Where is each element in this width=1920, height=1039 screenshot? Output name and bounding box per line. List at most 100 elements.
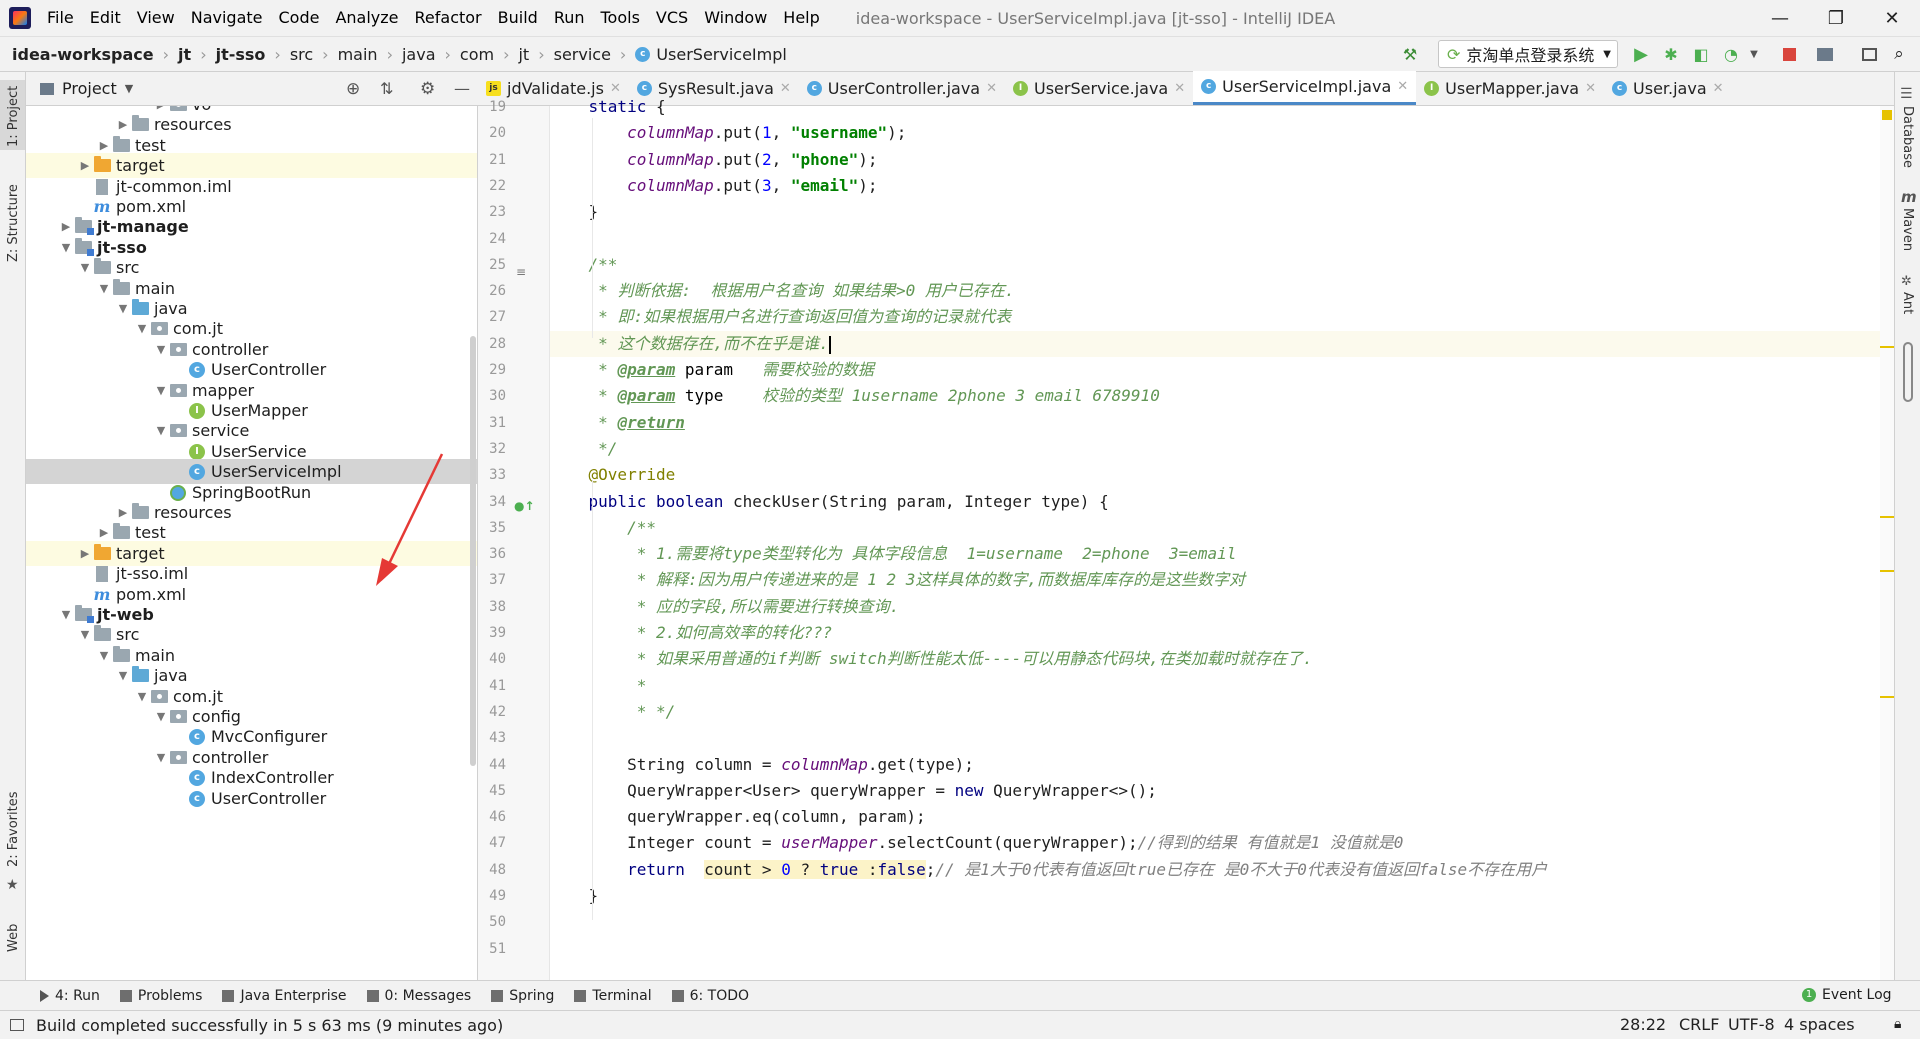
code-line[interactable]: * */ [550, 699, 1880, 725]
breadcrumb-item[interactable]: jt [178, 45, 191, 64]
menu-item[interactable]: View [129, 0, 183, 36]
marker-stripe[interactable] [1880, 696, 1894, 698]
breadcrumb-item[interactable]: src [290, 45, 313, 64]
code-line[interactable]: } [550, 883, 1880, 909]
code-line[interactable]: /** [550, 252, 1880, 278]
menu-item[interactable]: Help [775, 0, 827, 36]
code-line[interactable]: * @param param 需要校验的数据 [550, 357, 1880, 383]
code-line[interactable]: columnMap.put(3, "email"); [550, 173, 1880, 199]
project-scrollbar[interactable] [470, 336, 476, 766]
expanded-arrow-icon[interactable]: ▼ [134, 322, 150, 335]
code-line[interactable] [550, 226, 1880, 252]
code-line[interactable]: * 2.如何高效率的转化??? [550, 620, 1880, 646]
file-encoding[interactable]: UTF-8 [1728, 1010, 1775, 1039]
web-tool-label[interactable]: Web [6, 924, 21, 952]
inspection-icon[interactable]: 🔒︎ [1894, 1010, 1901, 1039]
expanded-arrow-icon[interactable]: ▼ [153, 751, 169, 764]
collapsed-arrow-icon[interactable]: ▶ [115, 118, 131, 131]
ant-tool-label[interactable]: Ant [1900, 292, 1915, 314]
bottom-tool-button[interactable]: 4: Run [0, 988, 110, 1004]
collapse-all-icon[interactable]: ⇅ [380, 79, 393, 98]
favorites-tool-label[interactable]: 2: Favorites [6, 791, 21, 867]
project-tool-label[interactable]: 1: Project [6, 86, 21, 147]
expanded-arrow-icon[interactable]: ▼ [96, 649, 112, 662]
menu-item[interactable]: Tools [593, 0, 648, 36]
bottom-tool-button[interactable]: 6: TODO [662, 988, 759, 1004]
code-line[interactable]: return count > 0 ? true :false;// 是1大于0代… [550, 857, 1880, 883]
gear-icon[interactable]: ⚙ [420, 79, 435, 99]
close-tab-icon[interactable]: ✕ [1397, 79, 1408, 94]
expanded-arrow-icon[interactable]: ▼ [115, 302, 131, 315]
bottom-tool-button[interactable]: Java Enterprise [212, 988, 356, 1004]
code-line[interactable]: * 应的字段,所以需要进行转换查询. [550, 594, 1880, 620]
editor-scroll-strip[interactable] [1880, 106, 1894, 980]
expanded-arrow-icon[interactable]: ▼ [115, 669, 131, 682]
scrollbar-thumb[interactable] [1903, 342, 1913, 402]
status-toggle-icon[interactable] [10, 1019, 24, 1031]
code-line[interactable] [550, 909, 1880, 935]
bottom-tool-button[interactable]: Problems [110, 988, 213, 1004]
code-line[interactable]: * [550, 673, 1880, 699]
bottom-tool-button[interactable]: 0: Messages [357, 988, 482, 1004]
breadcrumb-item[interactable]: idea-workspace [12, 45, 154, 64]
line-separator[interactable]: CRLF [1679, 1010, 1719, 1039]
profile-icon[interactable]: ◔ [1718, 40, 1744, 68]
project-panel-title[interactable]: Project [62, 79, 117, 98]
collapsed-arrow-icon[interactable]: ▶ [77, 159, 93, 172]
code-line[interactable]: * 即:如果根据用户名进行查询返回值为查询的记录就代表 [550, 304, 1880, 330]
menu-item[interactable]: File [39, 0, 82, 36]
expanded-arrow-icon[interactable]: ▼ [153, 343, 169, 356]
debug-icon[interactable]: ✱ [1658, 40, 1684, 68]
menu-item[interactable]: Edit [82, 0, 129, 36]
marker-stripe[interactable] [1880, 346, 1894, 348]
expanded-arrow-icon[interactable]: ▼ [77, 628, 93, 641]
expanded-arrow-icon[interactable]: ▼ [58, 608, 74, 621]
collapsed-arrow-icon[interactable]: ▶ [77, 547, 93, 560]
menu-item[interactable]: Analyze [327, 0, 406, 36]
project-structure-icon[interactable] [1812, 40, 1838, 68]
stop-icon[interactable] [1776, 40, 1802, 68]
minimize-icon[interactable]: — [1752, 0, 1808, 36]
code-line[interactable]: * @return [550, 410, 1880, 436]
menu-item[interactable]: Refactor [407, 0, 490, 36]
profile-chevron-icon[interactable]: ▼ [1746, 40, 1762, 68]
structure-tool-label[interactable]: Z: Structure [6, 184, 21, 262]
tree-node[interactable]: c UserController [26, 786, 477, 811]
breadcrumb-item[interactable]: com [460, 45, 494, 64]
code-line[interactable]: * 解释:因为用户传递进来的是 1 2 3这样具体的数字,而数据库库存的是这些数… [550, 567, 1880, 593]
coverage-icon[interactable]: ◧ [1688, 40, 1714, 68]
code-line[interactable] [550, 936, 1880, 962]
expanded-arrow-icon[interactable]: ▼ [58, 241, 74, 254]
menu-item[interactable]: VCS [648, 0, 696, 36]
implements-method-icon[interactable]: ●↑ [514, 499, 535, 513]
bottom-tool-button[interactable]: Terminal [564, 988, 661, 1004]
marker-stripe[interactable] [1880, 516, 1894, 518]
collapsed-arrow-icon[interactable]: ▶ [115, 506, 131, 519]
hide-panel-icon[interactable]: — [454, 79, 470, 98]
code-line[interactable]: * @param type 校验的类型 1username 2phone 3 e… [550, 383, 1880, 409]
breadcrumb-item[interactable]: jt-sso [216, 45, 266, 64]
build-hammer-icon[interactable]: ⚒ [1398, 40, 1422, 68]
breadcrumb-item[interactable]: java [402, 45, 436, 64]
caret-position[interactable]: 28:22 [1620, 1010, 1666, 1039]
code-line[interactable]: * 这个数据存在,而不在乎是谁. [550, 331, 1880, 357]
run-icon[interactable]: ▶ [1628, 40, 1654, 68]
search-icon[interactable]: ⌕ [1886, 40, 1912, 68]
code-line[interactable]: @Override [550, 462, 1880, 488]
collapsed-arrow-icon[interactable]: ▶ [153, 106, 169, 111]
expanded-arrow-icon[interactable]: ▼ [153, 424, 169, 437]
marker-stripe[interactable] [1880, 570, 1894, 572]
code-line[interactable]: Integer count = userMapper.selectCount(q… [550, 830, 1880, 856]
menu-item[interactable]: Run [546, 0, 593, 36]
code-line[interactable]: /** [550, 515, 1880, 541]
locate-icon[interactable]: ⊕ [346, 79, 360, 99]
expanded-arrow-icon[interactable]: ▼ [77, 261, 93, 274]
menu-item[interactable]: Navigate [183, 0, 271, 36]
code-line[interactable]: public boolean checkUser(String param, I… [550, 489, 1880, 515]
breadcrumb-item[interactable]: UserServiceImpl [656, 45, 787, 64]
code-line[interactable]: * 1.需要将type类型转化为 具体字段信息 1=username 2=pho… [550, 541, 1880, 567]
collapsed-arrow-icon[interactable]: ▶ [96, 526, 112, 539]
code-line[interactable]: */ [550, 436, 1880, 462]
code-line[interactable]: * 如果采用普通的if判断 switch判断性能太低----可以用静态代码块,在… [550, 646, 1880, 672]
breadcrumb-item[interactable]: service [554, 45, 611, 64]
